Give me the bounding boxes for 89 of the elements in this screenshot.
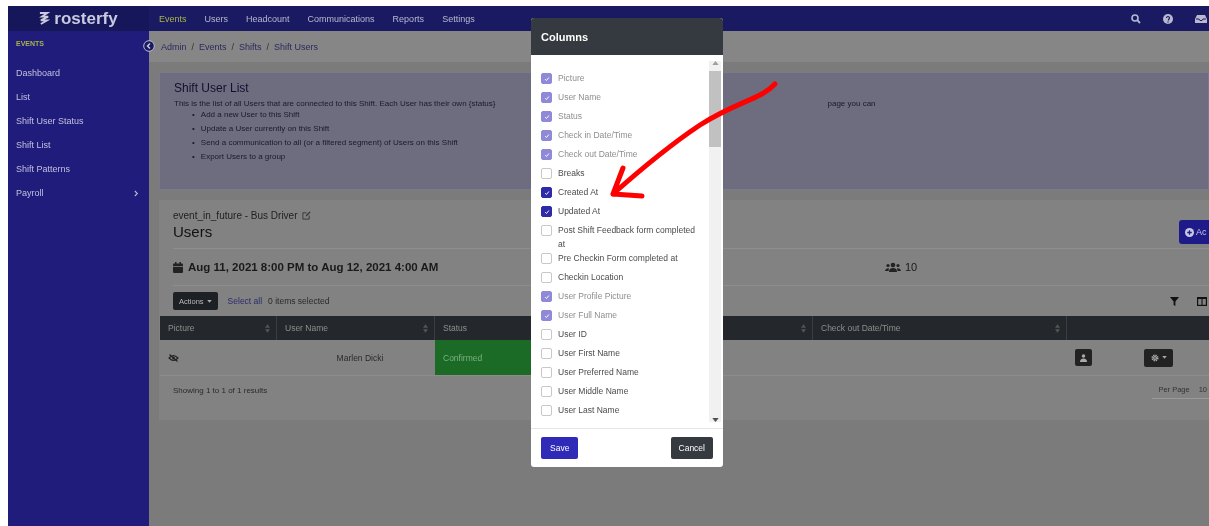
settings-icon — [1150, 353, 1159, 362]
users-icon — [885, 262, 901, 272]
dialog-title: Columns — [531, 18, 723, 55]
sidebar-item[interactable]: Payroll — [8, 181, 149, 205]
column-header[interactable]: Picture — [168, 323, 195, 333]
columns-icon[interactable] — [1197, 296, 1207, 306]
save-button[interactable]: Save — [541, 437, 579, 459]
bullet-marker: • — [192, 123, 195, 135]
breadcrumb-link[interactable]: Shifts — [239, 41, 262, 52]
info-bullet: Export Users to a group — [200, 151, 286, 163]
results-summary: Showing 1 to 1 of 1 results — [173, 385, 268, 395]
user-count: 10 — [905, 261, 918, 273]
user-icon — [1080, 353, 1087, 362]
check-icon — [543, 189, 550, 196]
scroll-down-icon[interactable] — [711, 418, 719, 422]
nav-tab[interactable]: Communications — [307, 13, 385, 24]
check-icon — [543, 75, 550, 82]
column-option[interactable]: Checkin Location — [541, 270, 709, 289]
column-option[interactable]: User Last Name — [541, 403, 709, 422]
calendar-icon — [173, 261, 183, 273]
sort-icon[interactable] — [801, 323, 806, 333]
sidebar-item[interactable]: Dashboard — [8, 61, 149, 85]
column-option[interactable]: Post Shift Feedback form completed at — [541, 223, 709, 251]
checkbox[interactable] — [541, 187, 552, 198]
plus-circle-icon — [1185, 227, 1194, 237]
breadcrumb-separator: / — [266, 41, 270, 52]
scrollbar-thumb[interactable] — [709, 71, 721, 147]
profile-button[interactable] — [1075, 349, 1092, 366]
checkbox[interactable] — [541, 206, 552, 217]
bullet-marker: • — [192, 151, 195, 163]
check-icon — [543, 312, 550, 319]
sort-icon[interactable] — [1055, 323, 1060, 333]
info-title: Shift User List — [174, 81, 250, 95]
nav-tab[interactable]: Headcount — [246, 13, 300, 24]
sidebar-item[interactable]: Shift List — [8, 133, 149, 157]
caret-icon — [1161, 356, 1167, 359]
add-button[interactable]: Ac — [1179, 220, 1209, 244]
filter-icon[interactable] — [1170, 296, 1179, 306]
sidebar-item[interactable]: List — [8, 85, 149, 109]
scrollbar[interactable] — [709, 61, 721, 422]
sort-icon[interactable] — [265, 323, 270, 333]
chevron-icon — [134, 189, 139, 197]
breadcrumb-link[interactable]: Shift Users — [274, 41, 319, 52]
column-header[interactable]: Check out Date/Time — [821, 323, 901, 333]
cancel-button[interactable]: Cancel — [670, 437, 713, 459]
check-icon — [543, 113, 550, 120]
column-option[interactable]: Updated At — [541, 204, 709, 223]
bullet-marker: • — [192, 109, 195, 121]
check-icon — [543, 94, 550, 101]
column-header[interactable]: Status — [443, 323, 468, 333]
column-option[interactable]: Breaks — [541, 166, 709, 185]
check-icon — [543, 208, 550, 215]
logo-mark-icon — [39, 11, 51, 26]
sidebar-item[interactable]: Shift Patterns — [8, 157, 149, 181]
help-icon[interactable] — [1163, 13, 1173, 24]
info-bullet: Update a User currently on this Shift — [200, 123, 330, 135]
column-option[interactable]: User Middle Name — [541, 384, 709, 403]
caret-icon — [206, 299, 212, 303]
column-option[interactable]: Pre Checkin Form completed at — [541, 251, 709, 270]
column-option[interactable]: Created At — [541, 185, 709, 204]
breadcrumb-link[interactable]: Events — [199, 41, 227, 52]
column-header[interactable]: User Name — [285, 323, 328, 333]
bullet-marker: • — [192, 137, 195, 149]
inbox-icon[interactable] — [1195, 14, 1207, 23]
nav-tab[interactable]: Settings — [442, 13, 485, 24]
brand-logo[interactable]: rosterfy — [8, 6, 149, 31]
search-icon[interactable] — [1131, 13, 1141, 24]
event-subtitle: event_in_future - Bus Driver — [173, 210, 298, 221]
breadcrumb-separator: / — [231, 41, 235, 52]
info-text: page you can — [827, 99, 876, 108]
table-cell-text: Marlen Dicki — [335, 351, 385, 365]
selection-count: 0 items selected — [268, 296, 330, 306]
sidebar-item[interactable]: Shift User Status — [8, 109, 149, 133]
check-icon — [543, 132, 550, 139]
edit-icon[interactable] — [301, 211, 311, 220]
check-icon — [543, 293, 550, 300]
card-title: Users — [173, 223, 214, 240]
breadcrumb-link[interactable]: Admin — [161, 41, 187, 52]
sort-icon[interactable] — [423, 323, 428, 333]
nav-tab[interactable]: Users — [204, 13, 239, 24]
check-icon — [543, 151, 550, 158]
info-bullet: Add a new User to this Shift — [200, 109, 300, 121]
nav-tab[interactable]: Reports — [392, 13, 435, 24]
info-bullet: Send a communication to all (or a filtered segment) of Users on this Shift — [200, 137, 458, 149]
settings-dropdown-button[interactable] — [1144, 348, 1173, 367]
breadcrumb-separator: / — [191, 41, 195, 52]
nav-tab[interactable]: Events — [159, 13, 197, 24]
date-range: Aug 11, 2021 8:00 PM to Aug 12, 2021 4:00 AM — [188, 261, 439, 273]
collapse-sidebar-icon[interactable] — [143, 40, 155, 52]
